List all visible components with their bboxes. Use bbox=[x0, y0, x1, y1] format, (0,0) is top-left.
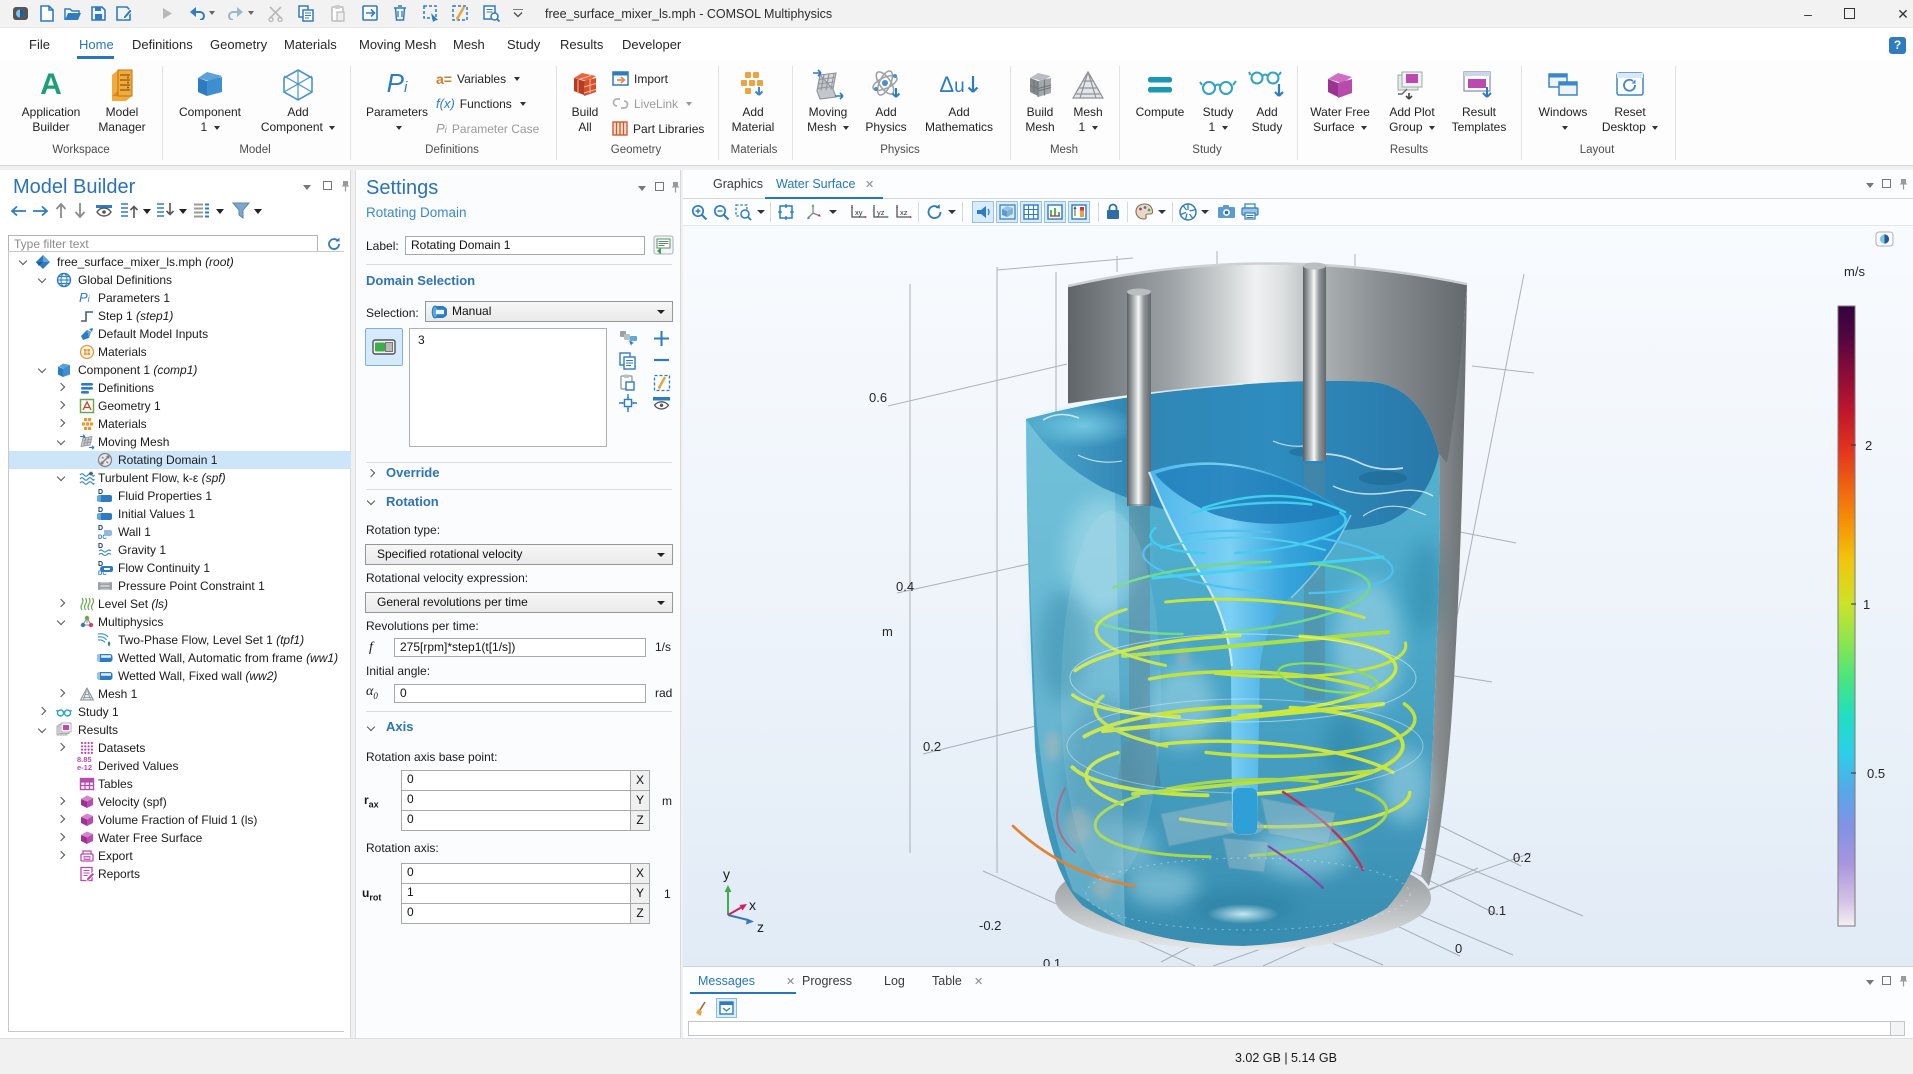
svg-text:0: 0 bbox=[1455, 941, 1462, 956]
svg-text:0.4: 0.4 bbox=[896, 579, 914, 594]
svg-text:1: 1 bbox=[1863, 597, 1870, 612]
svg-text:0.1: 0.1 bbox=[1488, 903, 1506, 918]
svg-text:D: D bbox=[98, 543, 103, 550]
svg-text:xy: xy bbox=[855, 208, 863, 217]
svg-text:m: m bbox=[882, 624, 893, 639]
svg-text:2: 2 bbox=[1865, 438, 1872, 453]
svg-text:D: D bbox=[98, 507, 103, 514]
svg-text:0.2: 0.2 bbox=[1513, 850, 1531, 865]
svg-text:z: z bbox=[757, 919, 764, 935]
svg-text:-0.2: -0.2 bbox=[979, 918, 1001, 933]
svg-text:0.1: 0.1 bbox=[1043, 956, 1061, 966]
svg-text:m/s: m/s bbox=[1844, 264, 1865, 279]
svg-text:0.2: 0.2 bbox=[923, 739, 941, 754]
svg-text:D: D bbox=[98, 489, 103, 496]
svg-text:yz: yz bbox=[877, 208, 885, 217]
svg-text:0.6: 0.6 bbox=[869, 390, 887, 405]
svg-text:xz: xz bbox=[900, 208, 908, 217]
svg-text:0.5: 0.5 bbox=[1867, 766, 1885, 781]
svg-text:D: D bbox=[98, 525, 103, 532]
svg-text:x: x bbox=[749, 897, 756, 913]
svg-text:y: y bbox=[723, 866, 730, 882]
